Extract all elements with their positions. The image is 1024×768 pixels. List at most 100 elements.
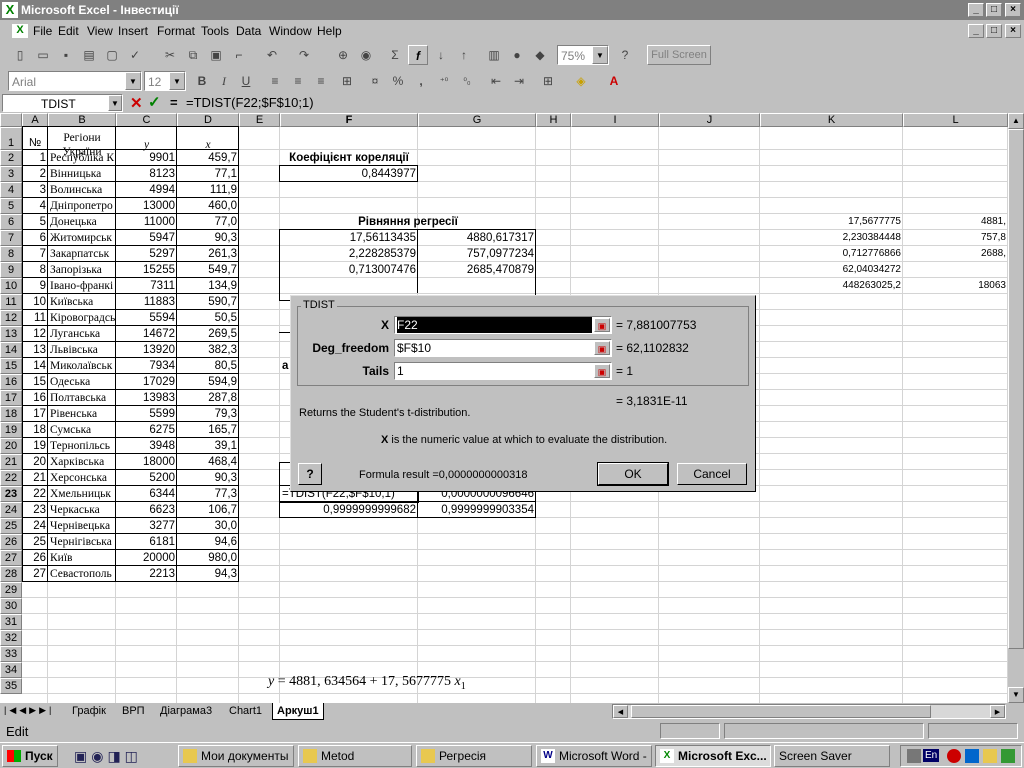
row-header[interactable]: 12 — [0, 310, 22, 326]
arg-tails-input[interactable]: 1 ▣ — [394, 362, 612, 380]
region-y[interactable]: 11883 — [116, 294, 177, 310]
menu-tools[interactable]: Tools — [201, 24, 229, 38]
copy-icon[interactable]: ⧉ — [183, 45, 203, 65]
region-name[interactable]: Житомирськ — [48, 230, 116, 246]
region-x[interactable]: 165,7 — [177, 422, 239, 438]
tray-icon[interactable] — [1001, 749, 1015, 763]
region-number[interactable]: 19 — [22, 438, 48, 454]
menu-file[interactable]: File — [33, 24, 52, 38]
increase-indent-icon[interactable]: ⇥ — [509, 71, 529, 91]
region-number[interactable]: 10 — [22, 294, 48, 310]
region-number[interactable]: 22 — [22, 486, 48, 502]
tab-scroll-icons[interactable]: |◀◀▶▶| — [4, 705, 54, 716]
k-value[interactable]: 0,712776866 — [760, 246, 903, 262]
menu-view[interactable]: View — [87, 24, 113, 38]
regression-equation[interactable]: y = 4881, 634564 + 17, 5677775 x1 — [268, 674, 466, 692]
region-x[interactable]: 77,1 — [177, 166, 239, 182]
menu-help[interactable]: Help — [317, 24, 342, 38]
decrease-indent-icon[interactable]: ⇤ — [486, 71, 506, 91]
zoom-dropdown-icon[interactable]: ▼ — [592, 46, 608, 64]
function-wizard-icon[interactable]: f — [408, 45, 428, 65]
align-right-icon[interactable]: ≡ — [311, 71, 331, 91]
doc-restore-button[interactable]: □ — [986, 24, 1002, 38]
close-button[interactable]: × — [1005, 3, 1021, 17]
doc-minimize-button[interactable]: _ — [968, 24, 984, 38]
region-name[interactable]: Луганська — [48, 326, 116, 342]
percent-button[interactable]: % — [388, 71, 408, 91]
maximize-button[interactable]: □ — [986, 3, 1002, 17]
region-y[interactable]: 6623 — [116, 502, 177, 518]
row-header[interactable]: 6 — [0, 214, 22, 230]
region-number[interactable]: 11 — [22, 310, 48, 326]
regression-g[interactable]: 2685,470879 — [418, 262, 536, 278]
office-assistant-icon[interactable]: ? — [615, 45, 635, 65]
map-icon[interactable]: ● — [507, 45, 527, 65]
start-button[interactable]: Пуск — [2, 745, 58, 767]
region-number[interactable]: 5 — [22, 214, 48, 230]
region-name[interactable]: Черкаська — [48, 502, 116, 518]
region-number[interactable]: 2 — [22, 166, 48, 182]
print-preview-icon[interactable]: ▢ — [102, 45, 122, 65]
region-y[interactable]: 6344 — [116, 486, 177, 502]
row-header[interactable]: 23 — [0, 486, 22, 502]
region-y[interactable]: 7311 — [116, 278, 177, 294]
region-number[interactable]: 7 — [22, 246, 48, 262]
scroll-down-icon[interactable]: ▼ — [1008, 687, 1024, 703]
format-painter-icon[interactable]: ⌐ — [229, 45, 249, 65]
row-header[interactable]: 25 — [0, 518, 22, 534]
region-name[interactable]: Тернопільсь — [48, 438, 116, 454]
arg-x-input[interactable]: F22 ▣ — [394, 316, 612, 334]
region-number[interactable]: 6 — [22, 230, 48, 246]
region-x[interactable]: 111,9 — [177, 182, 239, 198]
region-number[interactable]: 14 — [22, 358, 48, 374]
l-value[interactable]: 4881, — [903, 214, 1008, 230]
scroll-up-icon[interactable]: ▲ — [1008, 113, 1024, 129]
column-header[interactable]: L — [903, 113, 1008, 127]
region-x[interactable]: 106,7 — [177, 502, 239, 518]
region-y[interactable]: 13920 — [116, 342, 177, 358]
region-name[interactable]: Волинська — [48, 182, 116, 198]
region-y[interactable]: 2213 — [116, 566, 177, 582]
decrease-decimal-icon[interactable]: ⁰₀ — [457, 71, 477, 91]
align-left-icon[interactable]: ≡ — [265, 71, 285, 91]
tab-arkush1[interactable]: Аркуш1 — [272, 703, 324, 720]
region-name[interactable]: Чернівецька — [48, 518, 116, 534]
tray-icon[interactable] — [947, 749, 961, 763]
region-number[interactable]: 25 — [22, 534, 48, 550]
bold-button[interactable]: B — [192, 71, 212, 91]
increase-decimal-icon[interactable]: ⁺⁰ — [434, 71, 454, 91]
region-number[interactable]: 20 — [22, 454, 48, 470]
new-icon[interactable]: ▯ — [10, 45, 30, 65]
region-y[interactable]: 4994 — [116, 182, 177, 198]
region-y[interactable]: 20000 — [116, 550, 177, 566]
row-header[interactable]: 15 — [0, 358, 22, 374]
drawing-icon[interactable]: ◆ — [530, 45, 550, 65]
region-y[interactable]: 6275 — [116, 422, 177, 438]
tray-icon[interactable] — [965, 749, 979, 763]
region-number[interactable]: 1 — [22, 150, 48, 166]
k-value[interactable]: 17,5677775 — [760, 214, 903, 230]
row-header[interactable]: 35 — [0, 678, 22, 694]
horizontal-scrollbar[interactable]: ◀ ▶ — [612, 704, 1006, 719]
region-x[interactable]: 94,3 — [177, 566, 239, 582]
excel-icon[interactable]: X — [2, 2, 18, 18]
cell-g24[interactable]: 0,9999999903354 — [418, 502, 536, 518]
region-number[interactable]: 12 — [22, 326, 48, 342]
font-select[interactable]: Arial ▼ — [8, 71, 142, 91]
region-y[interactable]: 3948 — [116, 438, 177, 454]
cell-f24[interactable]: 0,9999999999682 — [280, 502, 418, 518]
spelling-icon[interactable]: ✓ — [125, 45, 145, 65]
paste-icon[interactable]: ▣ — [206, 45, 226, 65]
column-header[interactable]: J — [659, 113, 760, 127]
task-metod[interactable]: Metod — [298, 745, 412, 767]
column-header[interactable]: E — [239, 113, 280, 127]
region-x[interactable]: 269,5 — [177, 326, 239, 342]
scroll-left-icon[interactable]: ◀ — [613, 705, 628, 718]
print-icon[interactable]: ▤ — [79, 45, 99, 65]
region-x[interactable]: 980,0 — [177, 550, 239, 566]
merge-center-icon[interactable]: ⊞ — [337, 71, 357, 91]
l-value[interactable]: 2688, — [903, 246, 1008, 262]
region-x[interactable]: 50,5 — [177, 310, 239, 326]
region-name[interactable]: Вінницька — [48, 166, 116, 182]
region-x[interactable]: 382,3 — [177, 342, 239, 358]
